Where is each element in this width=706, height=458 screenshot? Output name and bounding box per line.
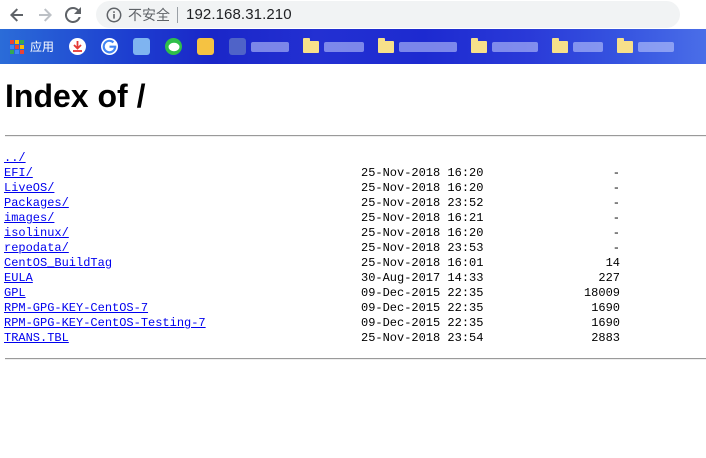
bookmark-label-redacted	[399, 41, 458, 52]
bookmark-folder[interactable]	[364, 33, 458, 61]
modified-date: 25-Nov-2018 23:53	[361, 241, 484, 255]
google-icon	[101, 38, 119, 55]
listing-row: EFI/25-Nov-2018 16:20 -	[4, 166, 706, 181]
file-link[interactable]: isolinux/	[4, 226, 69, 240]
file-size: 2883	[591, 331, 620, 345]
arrow-left-icon	[10, 7, 23, 22]
listing-row: Packages/25-Nov-2018 23:52 -	[4, 196, 706, 211]
forward-button[interactable]	[34, 4, 56, 26]
bookmark-item[interactable]	[182, 33, 215, 61]
bookmark-label-redacted	[324, 41, 365, 52]
bookmark-item[interactable]	[150, 33, 183, 61]
bookmark-folder[interactable]	[603, 33, 675, 61]
listing-row: images/25-Nov-2018 16:21 -	[4, 211, 706, 226]
listing-row: isolinux/25-Nov-2018 16:20 -	[4, 226, 706, 241]
bookmark-label-redacted	[573, 41, 604, 52]
info-icon[interactable]	[106, 7, 122, 23]
file-link[interactable]: EULA	[4, 271, 33, 285]
page-content: Index of / ../EFI/25-Nov-2018 16:20- Live…	[0, 64, 706, 458]
bookmark-label-redacted	[638, 41, 675, 52]
security-label[interactable]: 不安全	[128, 5, 170, 25]
listing-row: TRANS.TBL 25-Nov-2018 23:54 2883	[4, 331, 706, 346]
file-link[interactable]: EFI/	[4, 166, 33, 180]
file-link[interactable]: ../	[4, 151, 26, 165]
modified-date: 25-Nov-2018 23:54	[361, 331, 484, 345]
file-size: 14	[605, 256, 620, 270]
listing-row: CentOS_BuildTag 25-Nov-2018 16:01 14	[4, 256, 706, 271]
file-size: -	[612, 241, 620, 255]
back-button[interactable]	[6, 4, 28, 26]
modified-date: 25-Nov-2018 16:20	[361, 181, 484, 195]
bookmark-label-redacted	[251, 41, 290, 52]
directory-listing: ../EFI/25-Nov-2018 16:20- LiveOS/25-Nov-2…	[4, 151, 706, 346]
listing-row: EULA 30-Aug-2017 14:33 227	[4, 271, 706, 286]
bookmark-item[interactable]	[54, 33, 87, 61]
file-size: -	[612, 226, 620, 240]
arrow-right-icon	[39, 7, 52, 22]
folder-icon	[378, 37, 395, 53]
file-size: 227	[598, 271, 620, 285]
bookmark-site-icon	[197, 38, 215, 55]
file-size: -	[612, 181, 620, 195]
file-link[interactable]: CentOS_BuildTag	[4, 256, 112, 270]
reload-button[interactable]	[62, 4, 84, 26]
bookmark-label-redacted	[492, 41, 539, 52]
file-link[interactable]: TRANS.TBL	[4, 331, 69, 345]
listing-row: repodata/25-Nov-2018 23:53 -	[4, 241, 706, 256]
bookmarks-bar: 应用	[0, 29, 706, 64]
folder-icon	[552, 37, 569, 53]
bookmark-folder[interactable]	[457, 33, 539, 61]
apps-shortcut[interactable]: 应用	[10, 33, 54, 61]
listing-row: GPL 09-Dec-2015 22:35 18009	[4, 286, 706, 301]
bookmark-site-icon	[229, 38, 247, 55]
file-size: 1690	[591, 301, 620, 315]
bookmark-site-icon	[133, 38, 151, 55]
modified-date: 25-Nov-2018 16:20	[361, 166, 484, 180]
file-link[interactable]: Packages/	[4, 196, 69, 210]
folder-icon	[471, 37, 488, 53]
divider	[5, 358, 706, 360]
address-bar[interactable]: 不安全 192.168.31.210	[96, 1, 680, 28]
listing-row: RPM-GPG-KEY-CentOS-Testing-7 09-Dec-2015 …	[4, 316, 706, 331]
omnibox-divider	[177, 6, 178, 23]
file-size: -	[612, 211, 620, 225]
apps-label: 应用	[30, 40, 55, 54]
modified-date: 25-Nov-2018 16:20	[361, 226, 484, 240]
file-link[interactable]: LiveOS/	[4, 181, 54, 195]
folder-icon	[303, 37, 320, 53]
folder-icon	[617, 37, 634, 53]
modified-date: 30-Aug-2017 14:33	[361, 271, 484, 285]
file-link[interactable]: images/	[4, 211, 54, 225]
bookmark-item[interactable]	[86, 33, 119, 61]
file-link[interactable]: RPM-GPG-KEY-CentOS-Testing-7	[4, 316, 206, 330]
listing-row: ../	[4, 151, 706, 166]
file-link[interactable]: RPM-GPG-KEY-CentOS-7	[4, 301, 148, 315]
file-size: -	[612, 166, 620, 180]
modified-date: 25-Nov-2018 16:21	[361, 211, 484, 225]
file-size: 1690	[591, 316, 620, 330]
bookmark-item[interactable]	[118, 33, 151, 61]
reload-icon	[65, 6, 81, 23]
wechat-icon	[165, 38, 183, 55]
modified-date: 25-Nov-2018 23:52	[361, 196, 484, 210]
bookmark-folder[interactable]	[289, 33, 365, 61]
download-icon	[69, 38, 87, 55]
modified-date: 25-Nov-2018 16:01	[361, 256, 484, 270]
listing-row: RPM-GPG-KEY-CentOS-7 09-Dec-2015 22:35 169…	[4, 301, 706, 316]
page-title: Index of /	[5, 78, 146, 114]
modified-date: 09-Dec-2015 22:35	[361, 316, 484, 330]
file-link[interactable]: GPL	[4, 286, 26, 300]
modified-date: 09-Dec-2015 22:35	[361, 286, 484, 300]
browser-toolbar: 不安全 192.168.31.210	[0, 0, 706, 29]
bookmark-folder[interactable]	[538, 33, 604, 61]
file-link[interactable]: repodata/	[4, 241, 69, 255]
file-size: 18009	[583, 286, 620, 300]
url-text[interactable]: 192.168.31.210	[186, 6, 292, 23]
bookmark-folder[interactable]	[214, 33, 290, 61]
apps-grid-icon	[10, 39, 24, 54]
listing-row: LiveOS/25-Nov-2018 16:20 -	[4, 181, 706, 196]
divider	[5, 135, 706, 137]
modified-date: 09-Dec-2015 22:35	[361, 301, 484, 315]
file-size: -	[612, 196, 620, 210]
